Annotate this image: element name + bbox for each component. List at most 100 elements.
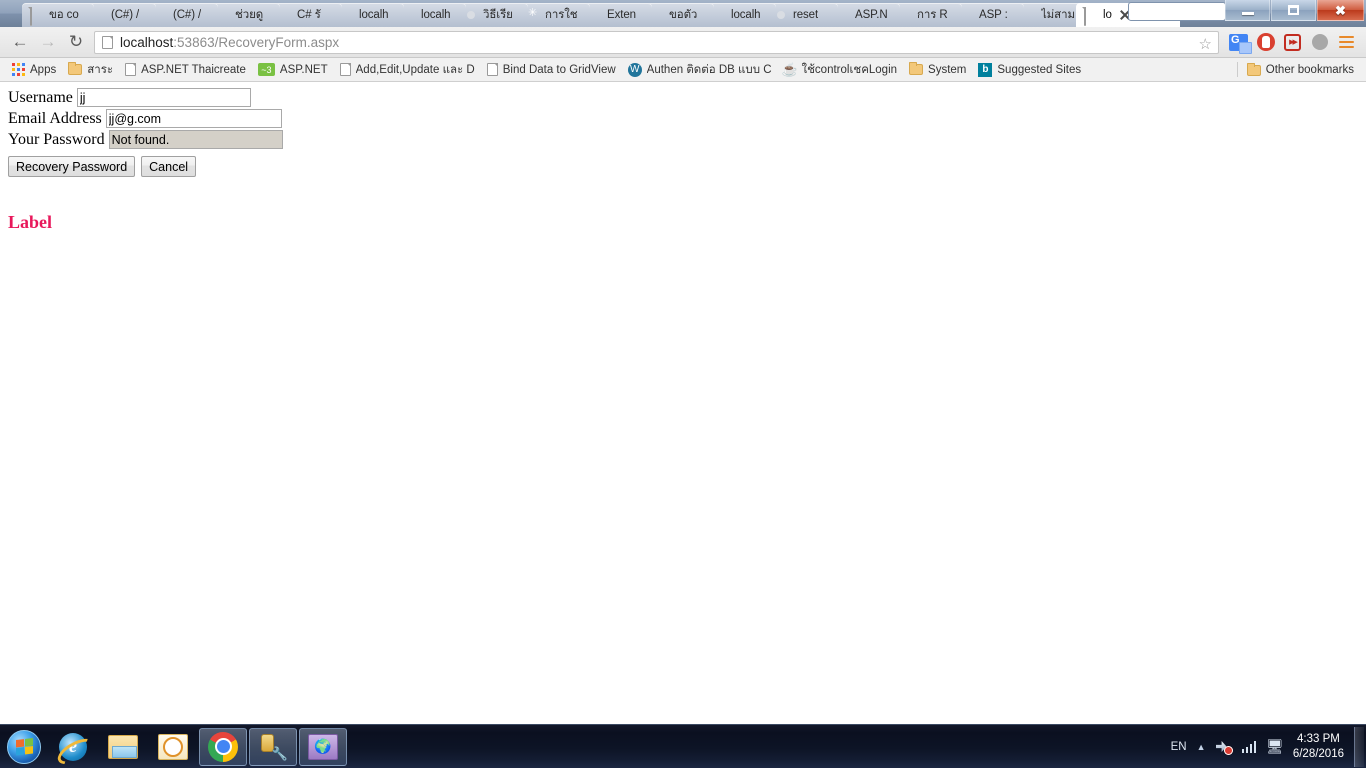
password-label: Your Password [8, 130, 105, 148]
tab-title: การใช [545, 9, 578, 21]
tab-title: (C#) / [111, 9, 140, 21]
window-close-button[interactable]: ✖ [1317, 0, 1364, 21]
browser-toolbar: ← → ↻ localhost:53863/RecoveryForm.aspx … [0, 27, 1366, 58]
tab-strip: ขอ co (C#) / (C#) / ช่วยดู C# รั localh localh… [0, 0, 1366, 27]
email-input[interactable] [105, 109, 282, 128]
outlook-icon [158, 733, 188, 760]
taskbar-windows-explorer[interactable] [99, 728, 147, 766]
browser-tab[interactable]: localh [704, 3, 776, 27]
browser-tab[interactable]: วิธีเรีย [456, 3, 528, 27]
apps-label: Apps [30, 63, 57, 76]
taskbar-internet-explorer[interactable]: e [49, 728, 97, 766]
recovery-password-button[interactable]: Recovery Password [8, 156, 136, 177]
bookmark-label: ASP.NET Thaicreate [141, 63, 246, 76]
fast-forward-icon[interactable] [1279, 29, 1306, 56]
browser-tab[interactable]: ASP : [952, 3, 1024, 27]
back-button[interactable]: ← [6, 28, 34, 56]
browser-tab[interactable]: (C#) / [84, 3, 156, 27]
bookmark-item[interactable]: สาระ [62, 60, 119, 80]
browser-tab[interactable]: การใช [518, 3, 590, 27]
language-indicator[interactable]: EN [1166, 732, 1192, 762]
browser-tab[interactable]: localh [394, 3, 466, 27]
page-icon [30, 6, 32, 26]
bookmark-item[interactable]: ☕ ใช้controlเชคLogin [778, 60, 904, 80]
cancel-button[interactable]: Cancel [141, 156, 197, 177]
browser-tab[interactable]: ช่วยดู [208, 3, 280, 27]
bookmark-label: Bind Data to GridView [502, 63, 616, 76]
profile-avatar[interactable] [1306, 29, 1333, 56]
bookmark-item[interactable]: System [903, 60, 972, 80]
start-button[interactable] [0, 727, 48, 767]
reload-button[interactable]: ↻ [62, 28, 90, 56]
bookmark-item[interactable]: b Suggested Sites [972, 60, 1087, 80]
bookmark-item[interactable]: Add,Edit,Update และ D [334, 60, 481, 80]
tab-title: localh [359, 9, 389, 21]
globe-icon [308, 733, 338, 760]
page-icon [125, 63, 137, 76]
apps-shortcut[interactable]: Apps [6, 60, 62, 80]
internet-explorer-icon: e [59, 732, 87, 761]
password-row: Your Password [8, 130, 283, 149]
window-restore-button[interactable] [1271, 0, 1316, 21]
apps-grid-icon [12, 63, 25, 76]
wordpress-icon: W [627, 62, 642, 77]
taskbar-iis-manager[interactable] [299, 727, 347, 766]
clock[interactable]: 4:33 PM 6/28/2016 [1289, 732, 1350, 762]
browser-tab[interactable]: Exten [580, 3, 652, 27]
windows-logo-icon [7, 729, 41, 764]
browser-tab[interactable]: C# รั [270, 3, 342, 27]
tab-title: ASP : [979, 9, 1008, 21]
browser-tab[interactable]: reset [766, 3, 838, 27]
tab-title: Exten [607, 9, 636, 21]
bookmark-item[interactable]: ASP.NET Thaicreate [119, 60, 252, 80]
chrome-icon [208, 731, 238, 762]
close-icon: ✖ [1335, 2, 1346, 18]
adblock-icon[interactable] [1252, 29, 1279, 56]
taskbar-sql-server-tools[interactable] [249, 727, 297, 766]
bookmark-label: ASP.NET [279, 63, 328, 76]
google-translate-icon[interactable] [1225, 29, 1252, 56]
taskbar-outlook[interactable] [149, 728, 197, 766]
tab-favicon [29, 6, 44, 26]
bing-icon: b [978, 62, 993, 77]
tab-title: reset [793, 9, 819, 21]
tab-title: localh [421, 9, 451, 21]
java-icon: ☕ [781, 61, 799, 77]
browser-tab[interactable]: ASP.N [828, 3, 900, 27]
email-label: Email Address [8, 109, 102, 127]
bookmark-star-icon[interactable]: ☆ [1199, 35, 1212, 53]
tab-title: วิธีเรีย [483, 9, 513, 21]
bookmark-item[interactable]: ~3 ASP.NET [252, 60, 334, 80]
bookmark-label: ใช้controlเชคLogin [801, 63, 898, 76]
email-row: Email Address [8, 109, 282, 128]
address-bar[interactable]: localhost:53863/RecoveryForm.aspx ☆ [94, 30, 1219, 54]
browser-tab[interactable]: (C#) / [146, 3, 218, 27]
network-status-icon[interactable] [1211, 732, 1237, 762]
forward-button[interactable]: → [34, 28, 62, 56]
tab-title: C# รั [297, 9, 321, 21]
bookmark-item[interactable]: W Authen ติดต่อ DB แบบ C [622, 60, 778, 80]
browser-tab[interactable]: localh [332, 3, 404, 27]
folder-icon [108, 734, 138, 759]
username-input[interactable] [76, 88, 251, 107]
browser-tab[interactable]: ขอ co [22, 3, 94, 27]
browser-tab[interactable]: ขอตัว [642, 3, 714, 27]
window-search-box[interactable] [1128, 2, 1226, 21]
bookmark-item[interactable]: Bind Data to GridView [481, 60, 622, 80]
arrow-left-icon: ← [11, 32, 29, 51]
tab-title: ช่วยดู [235, 9, 264, 21]
show-desktop-button[interactable] [1354, 726, 1364, 767]
show-hidden-icons-button[interactable]: ▲ [1192, 732, 1211, 762]
url-host: localhost [120, 34, 174, 50]
bookmark-label: สาระ [87, 63, 114, 76]
taskbar-google-chrome[interactable] [199, 727, 247, 766]
other-bookmarks-folder[interactable]: Other bookmarks [1241, 60, 1360, 80]
hamburger-icon [1339, 36, 1354, 48]
browser-tab[interactable]: การ R [890, 3, 962, 27]
window-minimize-button[interactable] [1225, 0, 1270, 21]
chrome-menu-button[interactable] [1333, 29, 1360, 56]
signal-strength-icon[interactable] [1237, 732, 1262, 762]
aspnet-icon: ~3 [257, 63, 275, 76]
device-icon[interactable]: 🖥 [1261, 732, 1289, 762]
bookmarks-bar: Apps สาระ ASP.NET Thaicreate ~3 ASP.NET Add,… [0, 58, 1366, 82]
